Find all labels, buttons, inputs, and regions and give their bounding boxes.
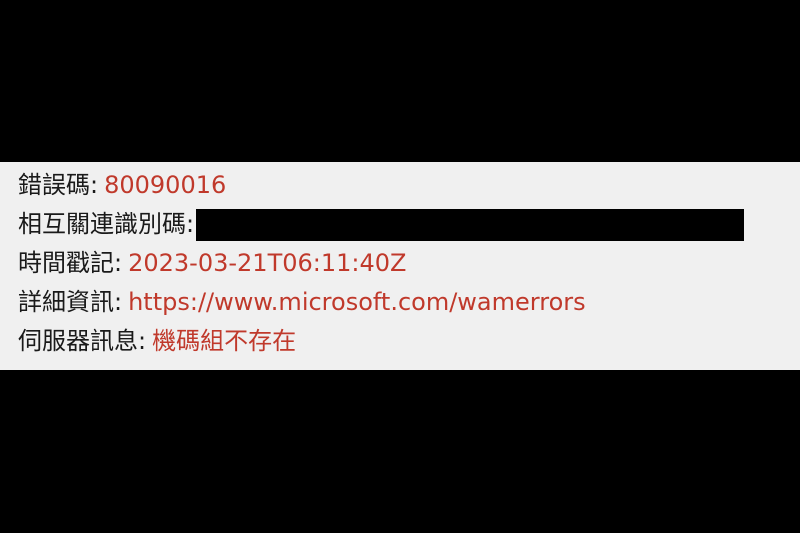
details-label: 詳細資訊: bbox=[18, 288, 123, 316]
timestamp-value: 2023-03-21T06:11:40Z bbox=[128, 249, 407, 277]
error-code-value: 80090016 bbox=[104, 171, 227, 199]
server-message-value: 機碼組不存在 bbox=[152, 327, 297, 355]
correlation-id-row: 相互關連識別碼: bbox=[18, 205, 800, 244]
details-link[interactable]: https://www.microsoft.com/wamerrors bbox=[128, 283, 586, 322]
server-message-row: 伺服器訊息: 機碼組不存在 bbox=[18, 322, 800, 361]
server-message-label: 伺服器訊息: bbox=[18, 327, 147, 355]
timestamp-label: 時間戳記: bbox=[18, 249, 123, 277]
correlation-id-redacted bbox=[196, 208, 745, 241]
correlation-id-label: 相互關連識別碼: bbox=[18, 210, 195, 238]
error-details-panel: 錯誤碼: 80090016 相互關連識別碼: 時間戳記: 2023-03-21T… bbox=[0, 162, 800, 370]
details-row: 詳細資訊: https://www.microsoft.com/wamerror… bbox=[18, 283, 800, 322]
error-code-label: 錯誤碼: bbox=[18, 171, 99, 199]
error-code-row: 錯誤碼: 80090016 bbox=[18, 166, 800, 205]
timestamp-row: 時間戳記: 2023-03-21T06:11:40Z bbox=[18, 244, 800, 283]
